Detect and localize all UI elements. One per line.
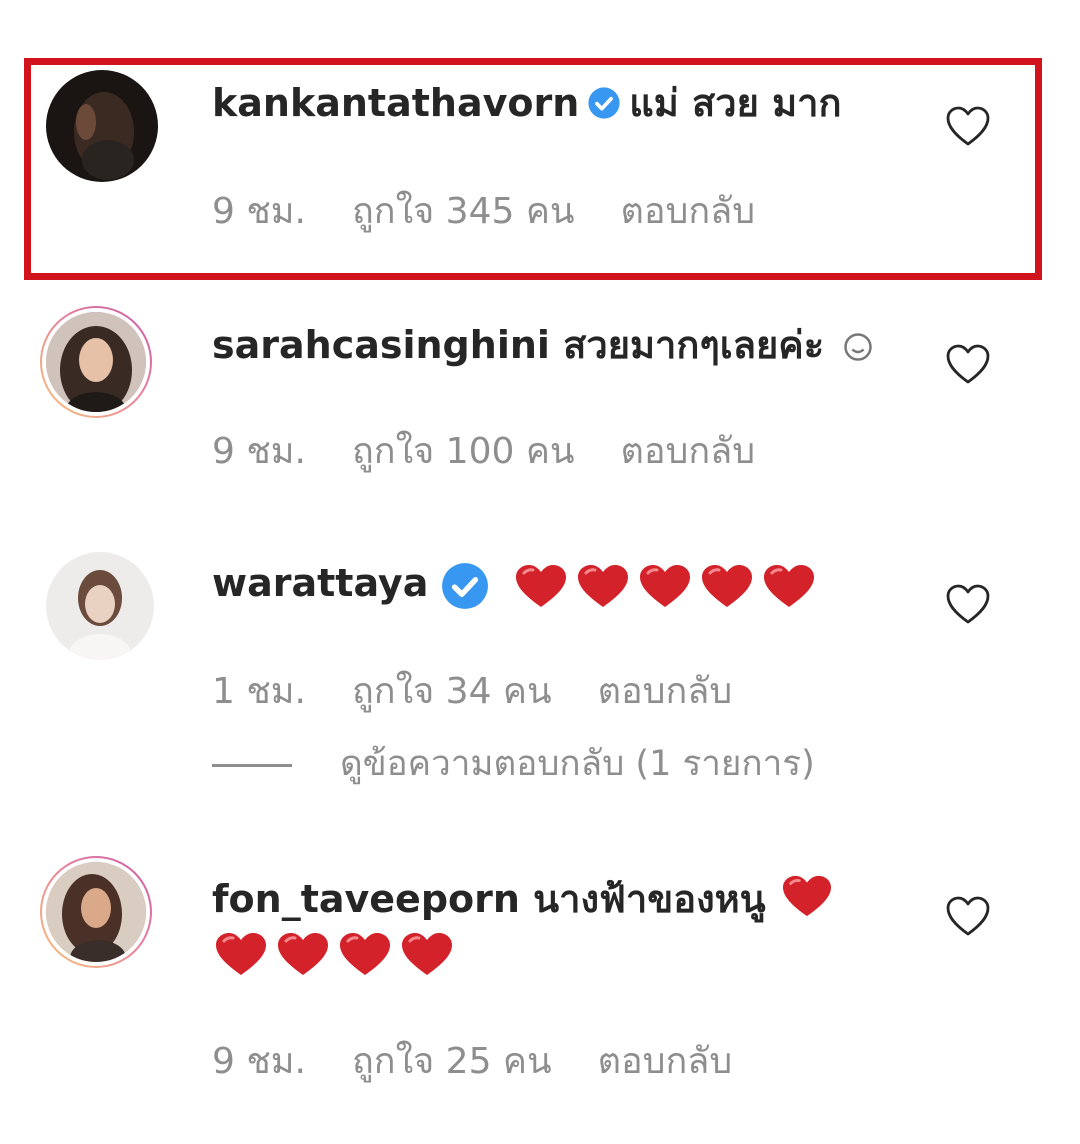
like-count[interactable]: ถูกใจ 34 คน — [352, 671, 552, 712]
comment-meta: 9 ชม. ถูกใจ 100 คน ตอบกลับ — [212, 430, 801, 474]
comment-meta: 9 ชม. ถูกใจ 25 คน ตอบกลับ — [212, 1040, 778, 1084]
username[interactable]: sarahcasinghini — [212, 323, 550, 367]
avatar[interactable] — [40, 856, 152, 968]
avatar[interactable] — [46, 552, 154, 660]
heart-emoji-icon — [216, 932, 266, 975]
reply-button[interactable]: ตอบกลับ — [621, 431, 756, 472]
comment-text: นางฟ้าของหนู — [533, 877, 766, 921]
comment-time: 9 ชม. — [212, 191, 306, 232]
username[interactable]: warattaya — [212, 561, 428, 605]
comment-line: kankantathavorn แม่ สวย มาก — [212, 80, 841, 126]
heart-emoji-icon — [701, 564, 752, 607]
comment-line: warattaya — [212, 560, 822, 611]
heart-outline-icon[interactable] — [944, 582, 992, 626]
verified-badge-icon — [588, 87, 620, 119]
comment-time: 1 ชม. — [212, 671, 306, 712]
smile-emoji-icon — [844, 333, 873, 361]
heart-emoji-icon — [278, 932, 328, 975]
heart-outline-icon[interactable] — [944, 894, 992, 938]
comment-time: 9 ชม. — [212, 431, 306, 472]
avatar[interactable] — [46, 70, 158, 182]
reply-button[interactable]: ตอบกลับ — [598, 671, 733, 712]
comment-time: 9 ชม. — [212, 1041, 306, 1082]
like-count[interactable]: ถูกใจ 100 คน — [352, 431, 575, 472]
reply-button[interactable]: ตอบกลับ — [598, 1041, 733, 1082]
heart-emoji-icon — [340, 932, 390, 975]
comment-text: สวยมากๆเลยค่ะ — [563, 323, 825, 367]
username[interactable]: kankantathavorn — [212, 81, 579, 125]
hearts-line — [212, 928, 460, 979]
heart-emoji-icon — [782, 875, 831, 917]
view-replies-label: ดูข้อความตอบกลับ (1 รายการ) — [340, 744, 815, 784]
heart-emoji-icon — [763, 564, 814, 607]
verified-badge-icon — [442, 562, 489, 609]
comment-line: fon_taveeporn นางฟ้าของหนู — [212, 872, 839, 922]
heart-emoji-icon — [577, 564, 628, 607]
heart-emoji-icon — [402, 932, 452, 975]
like-count[interactable]: ถูกใจ 25 คน — [352, 1041, 552, 1082]
heart-emoji-icon — [515, 564, 566, 607]
like-count[interactable]: ถูกใจ 345 คน — [352, 191, 575, 232]
heart-outline-icon[interactable] — [944, 342, 992, 386]
comment-text: แม่ สวย มาก — [629, 81, 842, 125]
username[interactable]: fon_taveeporn — [212, 877, 520, 921]
comment-meta: 1 ชม. ถูกใจ 34 คน ตอบกลับ — [212, 670, 778, 714]
heart-emoji-icon — [639, 564, 690, 607]
reply-button[interactable]: ตอบกลับ — [621, 191, 756, 232]
heart-outline-icon[interactable] — [944, 104, 992, 148]
view-replies-button[interactable]: ดูข้อความตอบกลับ (1 รายการ) — [212, 742, 815, 786]
replies-divider — [212, 763, 292, 767]
avatar[interactable] — [40, 306, 152, 418]
comment-line: sarahcasinghini สวยมากๆเลยค่ะ — [212, 322, 873, 368]
comment-meta: 9 ชม. ถูกใจ 345 คน ตอบกลับ — [212, 190, 801, 234]
